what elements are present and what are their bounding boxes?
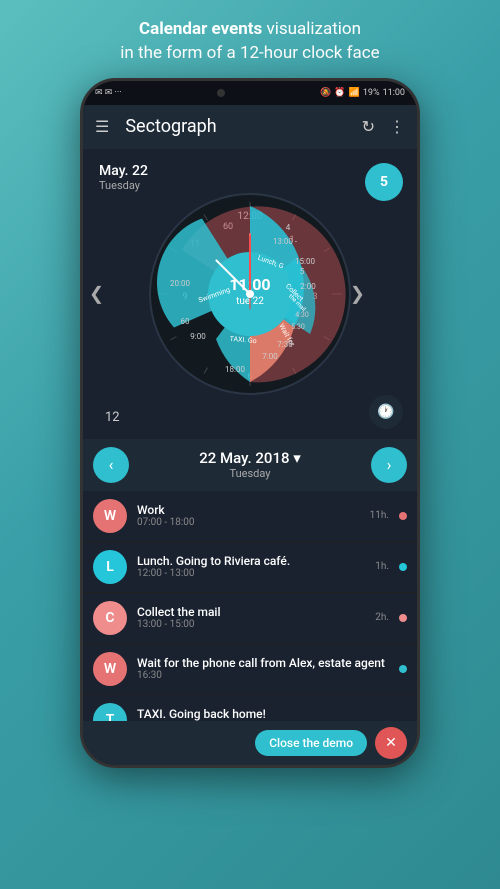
svg-text:5: 5 xyxy=(300,267,305,276)
event-item: C Collect the mail 13:00 - 15:00 2h. xyxy=(83,593,417,644)
calendar-badge: 5 xyxy=(380,174,388,190)
svg-text:2:00: 2:00 xyxy=(300,282,316,291)
more-icon[interactable]: ⋮ xyxy=(389,117,405,136)
event-time: 12:00 - 13:00 xyxy=(137,568,365,579)
svg-text:5:30: 5:30 xyxy=(291,323,305,331)
top-bar-actions: ↻ ⋮ xyxy=(362,117,405,136)
svg-text:4:30: 4:30 xyxy=(295,311,309,319)
status-bar: ✉ ✉ ··· 🔕 ⏰ 📶 19% 11:00 xyxy=(83,81,417,105)
event-dot xyxy=(399,512,407,520)
event-avatar: W xyxy=(93,652,127,686)
event-time: 16:30 xyxy=(137,670,389,681)
event-item: W Wait for the phone call from Alex, est… xyxy=(83,644,417,695)
header-line1: Calendar events visualization xyxy=(139,19,361,39)
svg-text:4: 4 xyxy=(286,223,291,232)
status-mute-icon: 🔕 xyxy=(320,88,331,98)
event-title: Lunch. Going to Riviera café. xyxy=(137,554,365,568)
event-dot xyxy=(399,563,407,571)
svg-text:20:00: 20:00 xyxy=(170,279,190,288)
svg-text:15:00: 15:00 xyxy=(295,257,315,266)
clock-nav-left[interactable]: ❮ xyxy=(89,283,104,304)
event-duration: 1h. xyxy=(375,561,389,572)
event-avatar: W xyxy=(93,499,127,533)
header-rest: visualization xyxy=(262,19,361,39)
svg-text:60: 60 xyxy=(181,317,190,326)
prev-arrow-icon: ‹ xyxy=(109,455,114,474)
event-title: Work xyxy=(137,503,360,517)
status-right: 🔕 ⏰ 📶 19% 11:00 xyxy=(320,88,405,98)
clock-section: May. 22 Tuesday 5 ❮ ❯ 12 🕐 xyxy=(83,149,417,439)
status-icons-left: ✉ ✉ ··· xyxy=(95,88,122,98)
event-info: Work 07:00 - 18:00 xyxy=(137,503,360,528)
event-dot xyxy=(399,665,407,673)
event-title: Wait for the phone call from Alex, estat… xyxy=(137,656,389,670)
clock-face-container: 12:00 3 6 9 11 60 1 xyxy=(140,184,360,404)
next-arrow-icon: › xyxy=(387,455,392,474)
date-nav-bar: ‹ 22 May. 2018 ▾ Tuesday › xyxy=(83,439,417,491)
status-left: ✉ ✉ ··· xyxy=(95,88,122,98)
header-area: Calendar events visualization in the for… xyxy=(100,0,399,78)
bottom-bar: Close the demo ✕ xyxy=(83,721,417,765)
event-item: W Work 07:00 - 18:00 11h. xyxy=(83,491,417,542)
event-avatar: L xyxy=(93,550,127,584)
date-main: May. 22 xyxy=(99,163,148,179)
event-info: Lunch. Going to Riviera café. 12:00 - 13… xyxy=(137,554,365,579)
event-time: 13:00 - 15:00 xyxy=(137,619,365,630)
svg-text:7:00: 7:00 xyxy=(262,352,278,361)
date-nav-sub: Tuesday xyxy=(199,467,301,480)
close-demo-button[interactable]: Close the demo xyxy=(255,730,367,756)
date-prev-button[interactable]: ‹ xyxy=(93,447,129,483)
date-next-button[interactable]: › xyxy=(371,447,407,483)
event-duration: 11h. xyxy=(370,510,389,521)
date-nav-center: 22 May. 2018 ▾ Tuesday xyxy=(199,449,301,480)
phone-frame: ✉ ✉ ··· 🔕 ⏰ 📶 19% 11:00 ☰ Sectograph ↻ ⋮… xyxy=(80,78,420,768)
event-time: 07:00 - 18:00 xyxy=(137,517,360,528)
event-item: T TAXI. Going back home! 18:00 - 19:00 xyxy=(83,695,417,721)
svg-text:9:00: 9:00 xyxy=(190,332,206,341)
front-camera xyxy=(217,89,225,97)
event-title: Collect the mail xyxy=(137,605,365,619)
close-x-icon: ✕ xyxy=(385,735,397,751)
close-x-button[interactable]: ✕ xyxy=(375,727,407,759)
date-nav-main: 22 May. 2018 ▾ xyxy=(199,449,301,467)
history-icon-button[interactable]: 🕐 xyxy=(369,395,403,429)
event-info: Collect the mail 13:00 - 15:00 xyxy=(137,605,365,630)
svg-text:7:30: 7:30 xyxy=(277,340,293,349)
event-avatar: C xyxy=(93,601,127,635)
menu-icon[interactable]: ☰ xyxy=(95,117,109,136)
calendar-icon-button[interactable]: 5 xyxy=(365,163,403,201)
status-wifi-icon: 📶 xyxy=(349,88,360,98)
main-content: May. 22 Tuesday 5 ❮ ❯ 12 🕐 xyxy=(83,149,417,765)
history-icon: 🕐 xyxy=(377,404,394,420)
clock-face-svg: 12:00 3 6 9 11 60 1 xyxy=(140,184,360,404)
event-dot xyxy=(399,614,407,622)
header-bold: Calendar events xyxy=(139,19,262,39)
status-time: 11:00 xyxy=(383,88,405,98)
event-avatar: T xyxy=(93,703,127,721)
status-battery-text: 19% xyxy=(363,88,380,98)
status-alarm-icon: ⏰ xyxy=(334,88,345,98)
twelve-label: 12 xyxy=(105,410,120,425)
refresh-icon[interactable]: ↻ xyxy=(362,117,375,136)
event-item: L Lunch. Going to Riviera café. 12:00 - … xyxy=(83,542,417,593)
header-line2: in the form of a 12-hour clock face xyxy=(120,43,379,63)
app-title: Sectograph xyxy=(125,116,361,137)
status-camera-area xyxy=(122,89,321,97)
events-list: W Work 07:00 - 18:00 11h. L Lunch. Going… xyxy=(83,491,417,721)
svg-text:18:00: 18:00 xyxy=(225,365,245,374)
event-info: TAXI. Going back home! 18:00 - 19:00 xyxy=(137,707,407,721)
top-bar: ☰ Sectograph ↻ ⋮ xyxy=(83,105,417,149)
event-info: Wait for the phone call from Alex, estat… xyxy=(137,656,389,681)
event-title: TAXI. Going back home! xyxy=(137,707,407,721)
event-duration: 2h. xyxy=(375,612,389,623)
svg-text:13:00 -: 13:00 - xyxy=(273,237,298,246)
